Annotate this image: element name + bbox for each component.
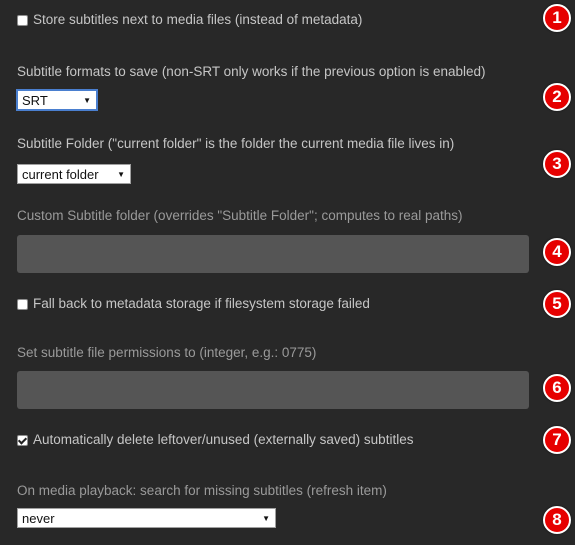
folder-selected-value: current folder [22, 166, 99, 182]
store-next-to-media-row[interactable]: Store subtitles next to media files (ins… [17, 12, 362, 28]
dropdown-arrow-icon: ▼ [83, 95, 91, 105]
playback-search-select[interactable]: never ▼ [17, 508, 276, 528]
auto-delete-row[interactable]: Automatically delete leftover/unused (ex… [17, 432, 413, 448]
folder-select[interactable]: current folder ▼ [17, 164, 131, 184]
custom-folder-label: Custom Subtitle folder (overrides "Subti… [17, 208, 463, 223]
fallback-metadata-row[interactable]: Fall back to metadata storage if filesys… [17, 296, 370, 312]
fallback-metadata-label: Fall back to metadata storage if filesys… [33, 296, 370, 311]
formats-label: Subtitle formats to save (non-SRT only w… [17, 64, 486, 79]
callout-badge-2: 2 [543, 83, 571, 111]
callout-badge-4: 4 [543, 238, 571, 266]
fallback-metadata-checkbox[interactable] [17, 298, 28, 310]
callout-badge-5: 5 [543, 290, 571, 318]
folder-label: Subtitle Folder ("current folder" is the… [17, 136, 455, 151]
callout-badge-8: 8 [543, 506, 571, 534]
dropdown-arrow-icon: ▼ [262, 513, 270, 523]
playback-search-selected-value: never [22, 510, 55, 526]
formats-selected-value: SRT [22, 92, 48, 108]
formats-select[interactable]: SRT ▼ [16, 89, 98, 111]
store-next-to-media-checkbox[interactable] [17, 14, 28, 26]
permissions-label: Set subtitle file permissions to (intege… [17, 345, 317, 360]
custom-folder-input[interactable] [17, 235, 529, 273]
callout-badge-3: 3 [543, 150, 571, 178]
callout-badge-1: 1 [543, 4, 571, 32]
permissions-input[interactable] [17, 371, 529, 409]
store-next-to-media-label: Store subtitles next to media files (ins… [33, 12, 363, 27]
auto-delete-checkbox[interactable] [17, 434, 28, 446]
playback-search-label: On media playback: search for missing su… [17, 483, 387, 498]
callout-badge-7: 7 [543, 426, 571, 454]
dropdown-arrow-icon: ▼ [117, 169, 125, 179]
auto-delete-label: Automatically delete leftover/unused (ex… [33, 432, 414, 447]
callout-badge-6: 6 [543, 374, 571, 402]
